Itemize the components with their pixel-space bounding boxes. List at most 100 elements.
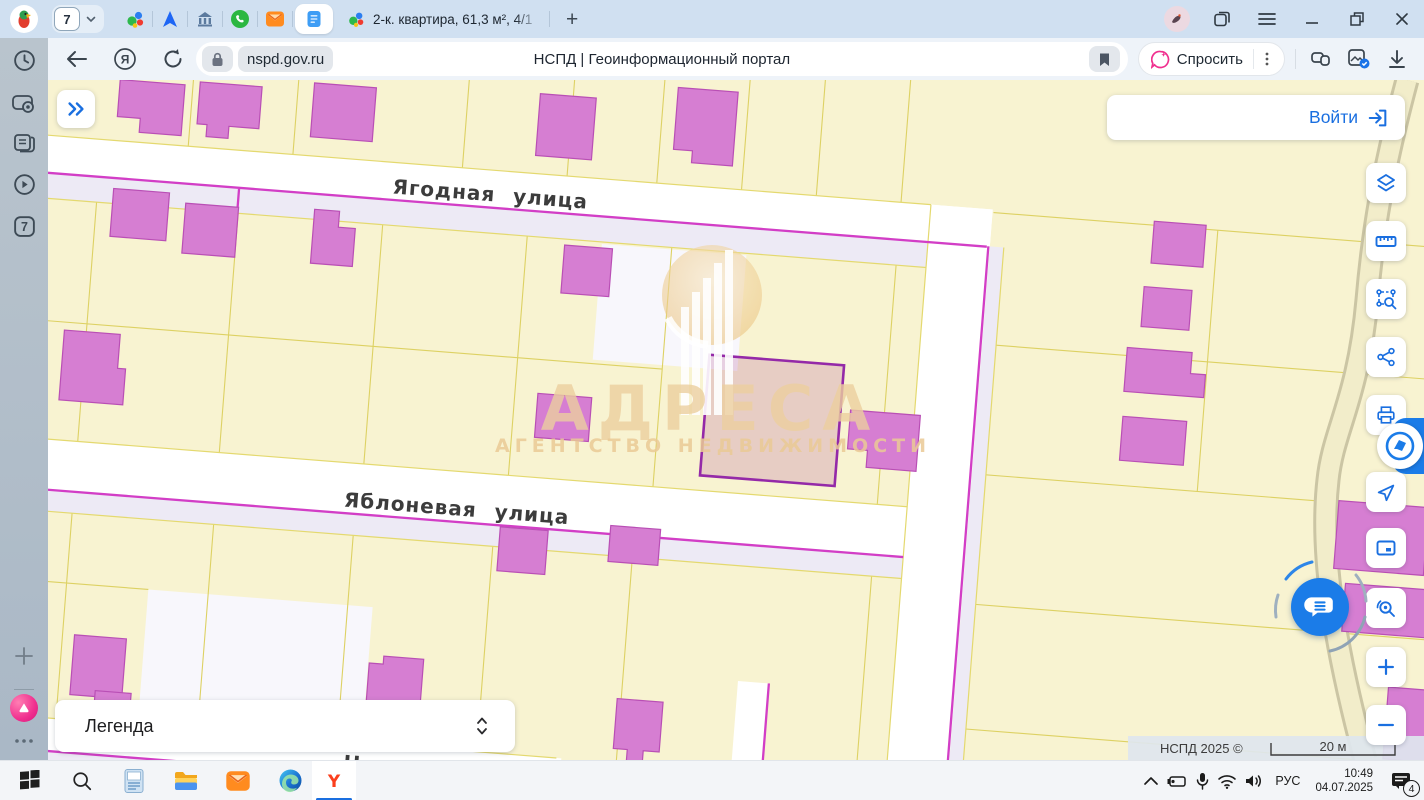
zoom-out-button[interactable] <box>1366 705 1406 745</box>
select-area-button[interactable] <box>1366 279 1406 319</box>
alice-assistant-button[interactable] <box>0 694 48 722</box>
whatsapp-icon <box>230 9 250 29</box>
speaker-icon[interactable] <box>1244 773 1264 789</box>
yandex-browser-button[interactable]: Y <box>312 761 356 800</box>
articles-button[interactable] <box>0 131 48 155</box>
building[interactable] <box>536 94 597 160</box>
tab-realty[interactable]: 2-к. квартира, 61,3 м², 4/1 <box>347 10 541 28</box>
taskbar-search-button[interactable] <box>60 761 104 800</box>
building[interactable] <box>59 330 128 405</box>
history-button[interactable] <box>0 48 48 73</box>
reload-button[interactable] <box>156 42 190 76</box>
taskbar-mail-button[interactable] <box>216 761 260 800</box>
pinned-tab-mail[interactable] <box>260 4 290 34</box>
pinned-tab-navigator[interactable] <box>155 4 185 34</box>
sidebar-tabs-button[interactable]: 7 <box>0 214 48 239</box>
bookmark-button[interactable] <box>1089 46 1120 72</box>
minimize-button[interactable] <box>1289 0 1334 38</box>
wifi-icon[interactable] <box>1217 774 1237 789</box>
video-button[interactable] <box>0 172 48 197</box>
locate-me-button[interactable] <box>1366 472 1406 512</box>
pinned-tab-whatsapp[interactable] <box>225 4 255 34</box>
login-icon <box>1367 107 1389 129</box>
building[interactable] <box>70 635 127 699</box>
extension-button[interactable] <box>1304 42 1338 76</box>
back-button[interactable] <box>60 42 94 76</box>
layers-button[interactable] <box>1366 163 1406 203</box>
alice-spark-icon <box>1151 50 1170 69</box>
building[interactable] <box>1119 416 1186 465</box>
mail-icon <box>265 9 285 29</box>
watermark-subtitle: АГЕНТСТВО НЕДВИЖИМОСТИ <box>495 435 931 457</box>
clock-icon <box>12 48 37 73</box>
start-button[interactable] <box>8 761 52 800</box>
divider <box>187 11 188 27</box>
downloads-button[interactable] <box>1380 42 1414 76</box>
divider <box>1295 49 1296 69</box>
yandex-services-icon <box>125 9 145 29</box>
edge-browser-button[interactable] <box>268 761 312 800</box>
hidden-icons-chevron[interactable] <box>1143 775 1159 787</box>
building[interactable] <box>310 83 376 142</box>
search-location-button[interactable] <box>1366 588 1406 628</box>
chevron-down-icon <box>84 12 98 26</box>
building[interactable] <box>1151 221 1206 267</box>
building[interactable] <box>608 526 661 566</box>
search-icon <box>71 770 93 792</box>
site-security-chip[interactable] <box>202 46 233 72</box>
taskbar-app-document[interactable] <box>112 761 156 800</box>
alice-ask-button[interactable]: Спросить <box>1138 42 1285 76</box>
divider <box>292 11 293 27</box>
login-bar[interactable]: Войти <box>1107 95 1405 140</box>
minimap-button[interactable] <box>1366 528 1406 568</box>
microphone-icon[interactable] <box>1195 772 1210 790</box>
ruler-icon <box>1374 229 1398 253</box>
toolbar-right-icons <box>1291 42 1414 76</box>
tray-device-icon[interactable] <box>1166 773 1188 789</box>
sidebar-more-button[interactable] <box>0 736 48 746</box>
screenshot-button[interactable] <box>0 92 48 116</box>
restore-button[interactable] <box>1334 0 1379 38</box>
yandex-search-button[interactable]: Я <box>108 42 142 76</box>
max-messenger-logo[interactable] <box>1377 423 1423 469</box>
cadastral-map[interactable]: Ягодная улица Яблоневая улица Цветочная … <box>48 80 1424 760</box>
screenshot-tool-button[interactable] <box>1342 42 1376 76</box>
notification-center-button[interactable]: 4 <box>1384 766 1418 796</box>
file-explorer-button[interactable] <box>164 761 208 800</box>
pinned-tab-bank[interactable] <box>190 4 220 34</box>
building[interactable] <box>561 245 613 297</box>
browser-logo-parrot-icon[interactable] <box>10 5 38 33</box>
minimap-icon <box>1374 536 1398 560</box>
building[interactable] <box>110 188 170 240</box>
share-button[interactable] <box>1366 337 1406 377</box>
sidebar-add-button[interactable] <box>0 644 48 668</box>
profile-avatar[interactable] <box>1154 0 1199 38</box>
legend-panel[interactable]: Легенда <box>55 700 515 752</box>
legend-label: Легенда <box>85 716 153 737</box>
expand-panel-button[interactable] <box>57 90 95 128</box>
taskbar-clock[interactable]: 10:49 04.07.2025 <box>1311 767 1377 796</box>
tab-panels-button[interactable] <box>1199 0 1244 38</box>
plus-icon <box>12 644 36 668</box>
menu-button[interactable] <box>1244 0 1289 38</box>
zoom-in-button[interactable] <box>1366 647 1406 687</box>
building[interactable] <box>1141 287 1192 331</box>
close-button[interactable] <box>1379 0 1424 38</box>
collapse-expand-icon[interactable] <box>475 715 489 737</box>
tab-counter[interactable]: 7 <box>52 5 104 33</box>
more-options-icon[interactable] <box>1254 50 1280 68</box>
pinned-tab-yandex-services[interactable] <box>120 4 150 34</box>
language-indicator[interactable]: РУС <box>1271 774 1304 788</box>
measure-button[interactable] <box>1366 221 1406 261</box>
pinned-tab-nspd-active[interactable] <box>295 4 333 34</box>
feedback-chat-button[interactable] <box>1291 578 1349 636</box>
tab-panels-icon <box>1212 9 1232 29</box>
window-controls <box>1154 0 1424 38</box>
address-bar[interactable]: nspd.gov.ru НСПД | Геоинформационный пор… <box>196 42 1128 76</box>
new-tab-button[interactable]: + <box>566 9 578 30</box>
url-text[interactable]: nspd.gov.ru <box>238 46 333 72</box>
building[interactable] <box>182 203 239 257</box>
building[interactable] <box>497 527 548 575</box>
area-search-icon <box>1374 287 1398 311</box>
tab-count-square-icon: 7 <box>12 214 37 239</box>
